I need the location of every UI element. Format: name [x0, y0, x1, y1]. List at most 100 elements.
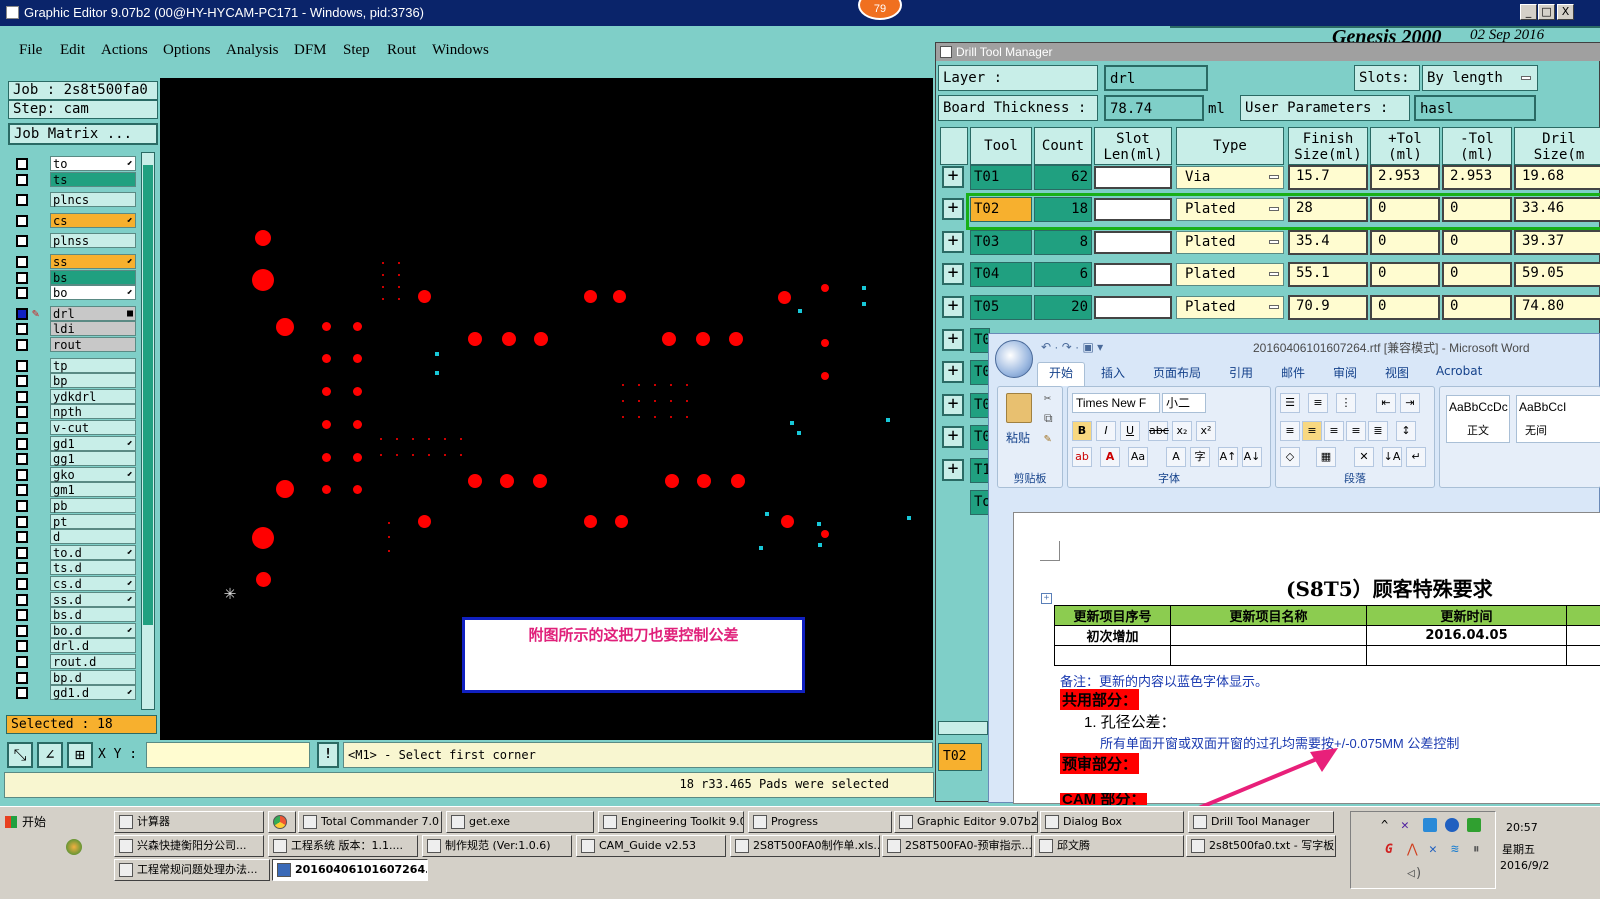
show-marks-icon[interactable]: ↵	[1406, 447, 1426, 467]
layer-row[interactable]: gm1	[12, 482, 136, 498]
tray-app-icon-7[interactable]: ✕	[1429, 842, 1437, 857]
task-total-commander[interactable]: Total Commander 7.0 ...	[298, 811, 442, 833]
layer-row[interactable]: bo ⬋	[12, 285, 136, 301]
distribute-icon[interactable]: ≣	[1368, 421, 1388, 441]
quick-launch-icon[interactable]	[66, 839, 82, 855]
drill-size-input[interactable]: 39.37	[1514, 229, 1600, 255]
close-button[interactable]: X	[1557, 4, 1574, 20]
slot-len-input[interactable]	[1094, 295, 1172, 319]
layer-name[interactable]: bp	[50, 373, 136, 389]
task-xls[interactable]: 2S8T500FA0制作单.xls...	[730, 835, 880, 857]
layer-name[interactable]: plncs	[50, 192, 136, 208]
plus-tol-input[interactable]: 0	[1370, 294, 1440, 320]
clock-time[interactable]: 20:57	[1506, 821, 1538, 834]
enclose-char-icon[interactable]: 字	[1190, 447, 1210, 467]
layer-row[interactable]: pt	[12, 513, 136, 530]
justify-icon[interactable]: ≡	[1346, 421, 1366, 441]
tool-row-partial[interactable]: + T0	[936, 326, 996, 356]
task-get-exe[interactable]: get.exe	[446, 811, 594, 833]
thickness-input[interactable]: 78.74	[1104, 95, 1204, 121]
ribbon-tab-mailings[interactable]: 邮件	[1281, 364, 1305, 381]
layer-name[interactable]: ss ⬋	[50, 254, 136, 269]
layer-name[interactable]: ldi	[50, 321, 136, 337]
layer-row[interactable]: ts	[12, 171, 136, 188]
menu-windows[interactable]: Windows	[432, 42, 489, 59]
menu-actions[interactable]: Actions	[101, 42, 148, 59]
expand-row-icon[interactable]: +	[942, 263, 964, 286]
layer-name[interactable]: pt	[50, 513, 136, 529]
graphic-canvas[interactable]: ✳ 附图所示的这把刀也要控制公差	[160, 78, 933, 740]
borders-icon[interactable]: ▦	[1316, 447, 1336, 467]
layer-checkbox[interactable]	[16, 578, 28, 590]
ribbon-tab-review[interactable]: 审阅	[1333, 364, 1357, 381]
expand-row-icon[interactable]: +	[942, 198, 964, 221]
layer-name[interactable]: bo ⬋	[50, 285, 136, 301]
layer-row[interactable]: bs	[12, 269, 136, 286]
start-button[interactable]: 开始	[2, 811, 58, 835]
paste-label[interactable]: 粘贴	[1006, 429, 1030, 446]
slot-len-input[interactable]	[1094, 230, 1172, 254]
layer-name[interactable]: ydkdrl	[50, 388, 136, 404]
align-left-icon[interactable]: ≡	[1280, 421, 1300, 441]
slot-len-input[interactable]	[1094, 263, 1172, 287]
layer-name[interactable]: plnss	[50, 233, 136, 249]
drill-size-input[interactable]: 59.05	[1514, 262, 1600, 288]
align-center-icon[interactable]: ≡	[1302, 421, 1322, 441]
expand-row-icon[interactable]: +	[942, 329, 964, 351]
layer-checkbox[interactable]	[16, 546, 28, 559]
layer-row[interactable]: cs ⬋	[12, 212, 136, 229]
layer-row[interactable]: cs.d ⬋	[12, 576, 136, 592]
menu-step[interactable]: Step	[343, 42, 370, 59]
info-icon[interactable]: !	[317, 742, 339, 768]
tool-row[interactable]: + T03 8 Plated 35.4 0 0 39.37	[936, 228, 1600, 258]
layer-name[interactable]: d	[50, 529, 136, 545]
layer-name[interactable]: bs	[50, 269, 136, 285]
tray-app-icon-6[interactable]: ⋀	[1407, 842, 1418, 857]
expand-row-icon[interactable]: +	[942, 295, 964, 318]
layer-name[interactable]: gd1.d ⬋	[50, 685, 136, 701]
tool-row-partial[interactable]: + T0	[936, 423, 996, 453]
tool-row-partial[interactable]: To	[936, 488, 996, 518]
quick-access-toolbar[interactable]: ↶ · ↷ · ▣ ▾	[1041, 340, 1103, 354]
layer-checkbox[interactable]	[16, 214, 28, 227]
layer-name[interactable]: rout	[50, 337, 136, 352]
expand-row-icon[interactable]: +	[942, 166, 964, 188]
layer-row[interactable]: bp.d	[12, 669, 136, 686]
zoom-tool-icon[interactable]: ⤡	[7, 742, 33, 768]
xy-input[interactable]	[146, 742, 310, 768]
align-right-icon[interactable]: ≡	[1324, 421, 1344, 441]
layer-checkbox[interactable]	[16, 271, 28, 284]
layer-name[interactable]: npth	[50, 404, 136, 420]
job-matrix-button[interactable]: Job Matrix ...	[8, 123, 158, 145]
layer-checkbox[interactable]	[16, 484, 28, 497]
decrease-indent-icon[interactable]: ⇤	[1376, 393, 1396, 413]
tray-app-icon-2[interactable]	[1423, 818, 1437, 832]
task-chat[interactable]: 邱文腾	[1034, 835, 1184, 857]
style-nospacing[interactable]: AaBbCcI 无间	[1516, 395, 1600, 443]
expand-row-icon[interactable]: +	[942, 458, 964, 481]
scroll-thumb[interactable]	[143, 165, 153, 625]
task-review-doc[interactable]: 2S8T500FA0-预审指示...	[882, 835, 1032, 857]
cut-icon[interactable]: ✂	[1044, 391, 1051, 405]
strike-button[interactable]: abc	[1148, 421, 1169, 441]
layer-name[interactable]: ts	[50, 171, 136, 187]
layer-name[interactable]: to.d ⬋	[50, 544, 136, 560]
layer-checkbox[interactable]	[16, 323, 28, 336]
layer-row[interactable]: rout	[12, 337, 136, 353]
italic-button[interactable]: I	[1096, 421, 1116, 441]
shading-icon[interactable]: ◇	[1280, 447, 1300, 467]
layer-checkbox[interactable]	[16, 640, 28, 653]
tray-expand-icon[interactable]: ^	[1381, 818, 1388, 832]
notification-badge[interactable]: 79	[858, 0, 902, 20]
ribbon-tab-insert[interactable]: 插入	[1101, 364, 1125, 381]
task-word-doc[interactable]: 20160406101607264...	[272, 859, 428, 881]
task-wordpad[interactable]: 2s8t500fa0.txt - 写字板	[1186, 835, 1336, 857]
minus-tol-input[interactable]: 2.953	[1442, 165, 1512, 190]
layer-checkbox[interactable]	[16, 468, 28, 481]
layer-checkbox[interactable]	[16, 339, 28, 351]
line-spacing-icon[interactable]: ↕	[1396, 421, 1416, 441]
finish-size-input[interactable]: 15.7	[1288, 165, 1368, 190]
drill-size-input[interactable]: 74.80	[1514, 294, 1600, 320]
menu-file[interactable]: File	[19, 42, 42, 59]
layer-row[interactable]: to.d ⬋	[12, 544, 136, 561]
